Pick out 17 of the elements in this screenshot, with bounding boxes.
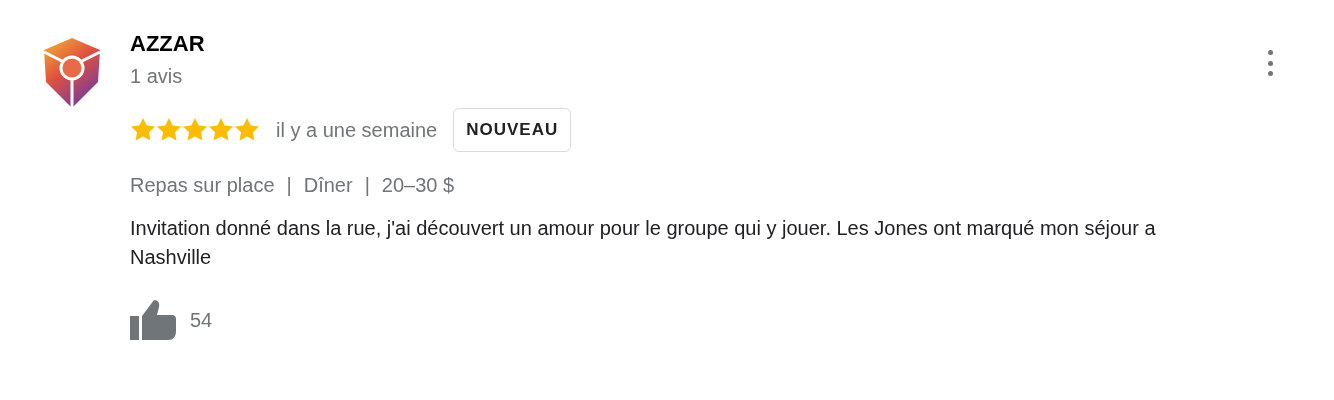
- review-text: Invitation donné dans la rue, j'ai découvert un amour pour le groupe qui y jouer. Les Jones ont marqué mon séjour a Nashville: [130, 215, 1157, 270]
- like-button[interactable]: 54: [130, 299, 213, 340]
- meta-item: 20–30 $: [381, 172, 455, 198]
- meta-item: Dîner: [303, 172, 353, 198]
- star-icon: [234, 117, 260, 143]
- review-count: 1 avis: [130, 64, 183, 89]
- star-icon: [156, 117, 182, 143]
- meta-item: Repas sur place: [130, 172, 275, 198]
- thumbs-up-icon: [130, 299, 176, 340]
- separator: |: [286, 172, 292, 198]
- star-icon: [182, 117, 208, 143]
- separator: |: [364, 172, 370, 198]
- star-icon: [208, 117, 234, 143]
- review-time: il y a une semaine: [276, 117, 438, 143]
- new-badge: NOUVEAU: [453, 108, 572, 152]
- author-name[interactable]: AZZAR: [130, 30, 205, 58]
- star-icon: [130, 117, 156, 143]
